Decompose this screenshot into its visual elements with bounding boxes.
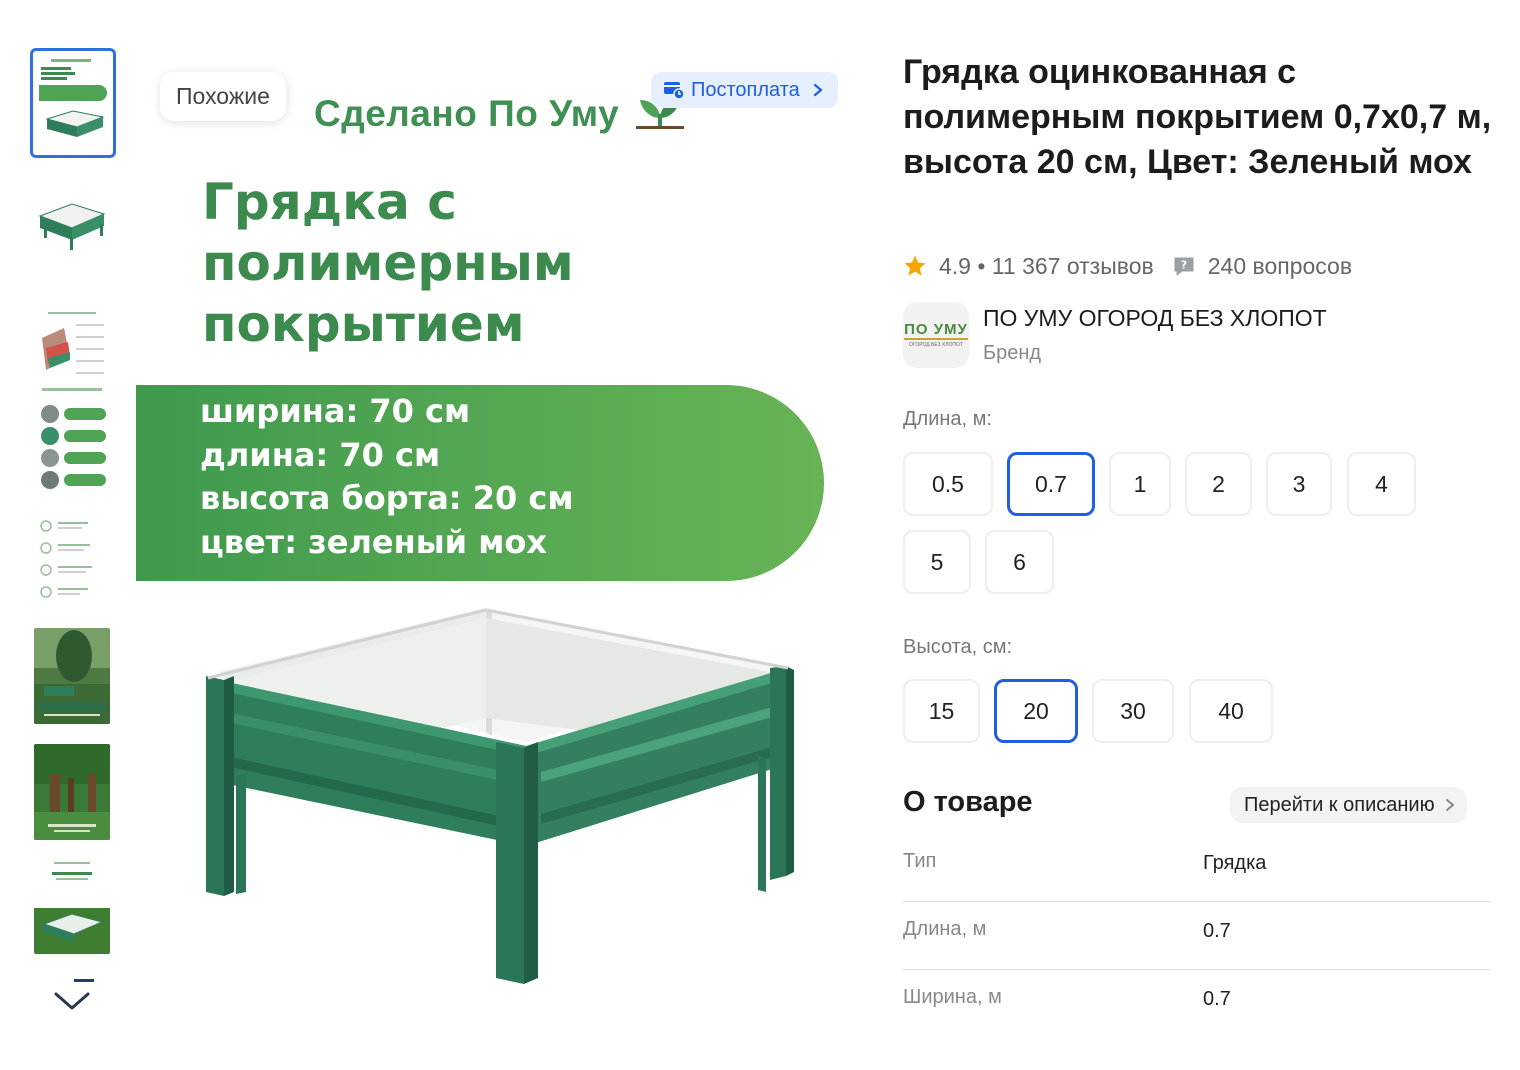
similar-button[interactable]: Похожие [160, 72, 286, 121]
product-title: Грядка оцинкованная с полимерным покрыти… [903, 53, 1492, 181]
goto-description-label: Перейти к описанию [1244, 793, 1435, 816]
headline-line-2: полимерным [202, 234, 574, 292]
height-option-15[interactable]: 15 [903, 679, 980, 743]
height-option-30[interactable]: 30 [1092, 679, 1174, 743]
headline-line-3: покрытием [202, 295, 525, 353]
length-option-4[interactable]: 4 [1347, 452, 1416, 516]
spec-color: цвет: зеленый мох [200, 522, 547, 561]
brand-text: ПО УМУ ОГОРОД БЕЗ ХЛОПОТ Бренд [983, 305, 1327, 365]
thumbnails-scroll-down-icon[interactable] [52, 986, 92, 1016]
reviews-link[interactable]: 4.9 • 11 367 отзывов [939, 253, 1154, 280]
thumbnail-7[interactable] [34, 744, 110, 840]
thumbnail-1[interactable] [30, 48, 116, 158]
thumbnail-2-image [34, 192, 110, 288]
headline-line-1: Грядка с [202, 173, 457, 231]
property-value: 0.7 [1203, 988, 1231, 1010]
length-option-6[interactable]: 6 [985, 530, 1054, 594]
goto-description-button[interactable]: Перейти к описанию [1230, 787, 1467, 823]
properties-table: Тип Грядка Длина, м 0.7 Ширина, м 0.7 [903, 834, 1490, 1038]
thumbnail-9-image [34, 979, 110, 982]
thumbnail-1-image [37, 55, 109, 151]
length-option-0-5[interactable]: 0.5 [903, 452, 993, 516]
image-headline: Грядка с полимерным покрытием [202, 172, 574, 355]
thumbnail-9[interactable] [34, 974, 110, 982]
spec-length: длина: 70 см [200, 435, 441, 474]
thumbnail-8[interactable] [34, 858, 110, 954]
postpay-badge[interactable]: Постоплата [651, 72, 838, 108]
rating-row: 4.9 • 11 367 отзывов ? 240 вопросов [903, 250, 1352, 282]
about-title: О товаре [903, 786, 1033, 818]
property-row: Длина, м 0.7 [903, 902, 1490, 970]
star-icon [904, 255, 926, 276]
property-value: Грядка [1203, 852, 1267, 874]
image-brand-line: Сделано По Уму [314, 92, 686, 135]
image-brand-text: Сделано По Уму [314, 93, 620, 134]
property-key: Ширина, м [903, 986, 1002, 1008]
thumbnail-6-image [34, 628, 110, 724]
height-option-20[interactable]: 20 [994, 679, 1078, 743]
chevron-right-icon [813, 83, 822, 97]
card-clock-icon [664, 82, 685, 100]
length-option-3[interactable]: 3 [1266, 452, 1332, 516]
thumbnail-3-image [34, 308, 110, 404]
brand-subtitle: Бренд [983, 342, 1042, 364]
thumbnail-4[interactable] [34, 400, 110, 496]
rating-separator: • [977, 252, 992, 279]
height-option-label: Высота, см: [903, 636, 1013, 658]
length-option-5[interactable]: 5 [903, 530, 971, 594]
thumbnail-8-image [34, 858, 110, 954]
thumbnail-7-image [34, 744, 110, 840]
spec-height: высота борта: 20 см [200, 479, 574, 517]
questions-count: 240 вопросов [1207, 252, 1353, 279]
svg-text:?: ? [1181, 259, 1187, 272]
reviews-count: 11 367 отзывов [991, 252, 1154, 279]
postpay-label: Постоплата [691, 78, 800, 101]
brand-logo: ПО УМУ ОГОРОД БЕЗ ХЛОПОТ [903, 302, 969, 368]
property-key: Длина, м [903, 918, 987, 940]
height-option-40[interactable]: 40 [1189, 679, 1273, 743]
thumbnail-4-image [34, 400, 110, 496]
spec-width: ширина: 70 см [200, 392, 471, 430]
rating-value: 4.9 [939, 252, 971, 279]
length-option-0-7[interactable]: 0.7 [1007, 452, 1095, 516]
brand-logo-subtext: ОГОРОД БЕЗ ХЛОПОТ [909, 342, 963, 348]
thumbnail-6[interactable] [34, 628, 110, 724]
questions-link[interactable]: ? 240 вопросов [1172, 253, 1352, 280]
thumbnail-5[interactable] [34, 514, 110, 610]
spec-lines: ширина: 70 см длина: 70 см высота борта:… [200, 390, 574, 564]
property-row: Ширина, м 0.7 [903, 970, 1490, 1038]
length-option-2[interactable]: 2 [1185, 452, 1252, 516]
brand-row[interactable]: ПО УМУ ОГОРОД БЕЗ ХЛОПОТ ПО УМУ ОГОРОД Б… [903, 302, 1327, 368]
thumbnail-2[interactable] [34, 192, 110, 288]
brand-logo-text: ПО УМУ [904, 321, 968, 340]
thumbnail-5-image [34, 514, 110, 610]
thumbnail-3[interactable] [34, 308, 110, 404]
property-value: 0.7 [1203, 920, 1231, 942]
brand-name: ПО УМУ ОГОРОД БЕЗ ХЛОПОТ [983, 305, 1327, 331]
length-option-label: Длина, м: [903, 408, 992, 430]
property-key: Тип [903, 850, 937, 872]
question-bubble-icon: ? [1174, 257, 1194, 276]
chevron-right-icon [1445, 799, 1454, 811]
length-option-1[interactable]: 1 [1109, 452, 1171, 516]
property-row: Тип Грядка [903, 834, 1490, 902]
